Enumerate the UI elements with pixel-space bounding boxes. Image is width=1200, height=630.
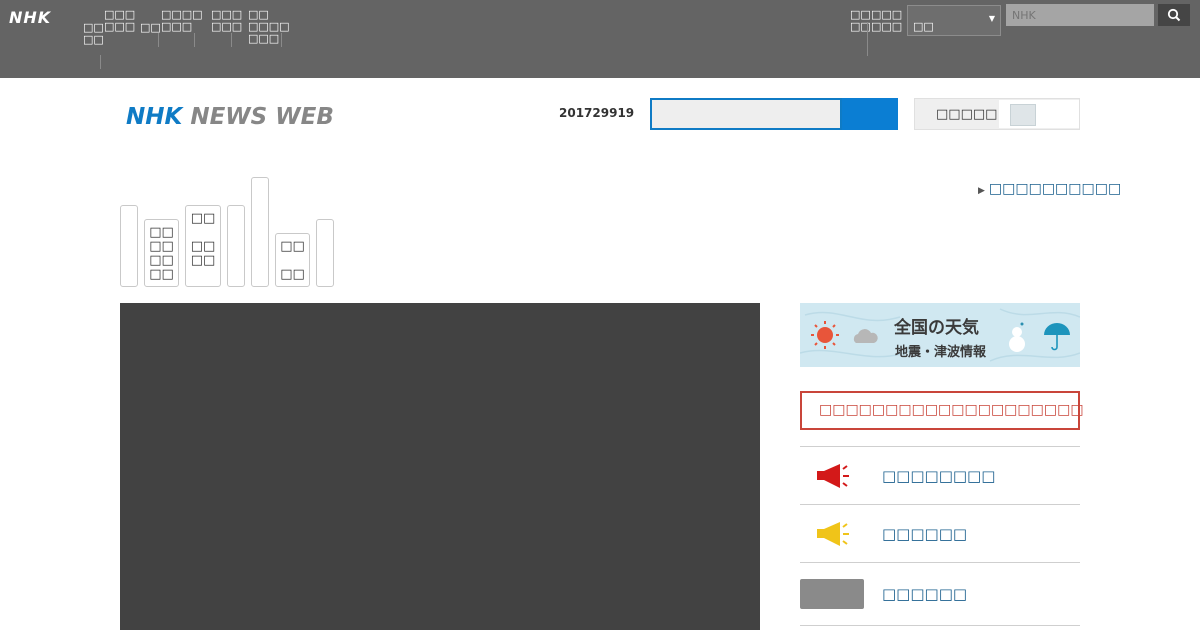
toggle-track[interactable] (999, 100, 1079, 128)
category-tab-1[interactable] (120, 205, 138, 287)
sidebar-row-label: □□□□□□ (882, 585, 968, 603)
global-search-button[interactable] (1158, 4, 1190, 26)
sidebar-row-label: □□□□□□□□ (882, 467, 996, 485)
alert-link[interactable]: □□□□□□□□□□□□□□□□□□□□ (800, 391, 1084, 430)
toggle-knob[interactable] (1010, 104, 1036, 126)
nav-divider (194, 33, 195, 47)
news-logo-news-web: NEWS WEB (190, 104, 334, 130)
weather-title: 全国の天気 (894, 318, 979, 338)
toggle-label: □□□□□ (936, 107, 998, 122)
region-select[interactable]: □□ ▼ (907, 5, 1001, 36)
umbrella-icon (1044, 323, 1070, 351)
global-nav-item-6[interactable]: □□ □□□□ □□□ (248, 9, 290, 45)
chevron-down-icon: ▼ (988, 14, 995, 23)
category-tab-5[interactable] (251, 177, 269, 287)
global-search-input[interactable] (1006, 4, 1154, 26)
display-toggle[interactable]: □□□□□ (914, 98, 1080, 130)
sidebar-row-emergency[interactable]: □□□□□□□□ (800, 446, 1080, 504)
nav-divider (281, 33, 282, 47)
category-tab-3[interactable]: □□ □□ □□ (185, 205, 221, 287)
nhk-logo[interactable]: NHK (9, 8, 51, 27)
nav-divider (231, 33, 232, 47)
global-nav-right-2[interactable]: □□□ □□□ (871, 9, 902, 33)
global-nav-item-1[interactable]: □□ □□ (83, 22, 104, 46)
news-search-button[interactable] (842, 98, 898, 130)
sun-icon (811, 321, 839, 349)
sidebar-row-label: □□□□□□ (882, 525, 968, 543)
category-list-label: □□□□□□□□□□ (988, 181, 1122, 197)
news-search-input[interactable] (650, 98, 842, 130)
cloud-icon (853, 329, 878, 343)
category-tab-4[interactable] (227, 205, 245, 287)
nav-divider (158, 33, 159, 47)
news-web-logo[interactable]: NHK NEWS WEB (126, 104, 334, 130)
megaphone-red-icon (817, 464, 849, 488)
news-logo-nhk: NHK (126, 104, 183, 130)
search-icon (1167, 8, 1181, 22)
video-player[interactable] (120, 303, 760, 630)
sidebar-row-thumbnail (800, 579, 864, 609)
sidebar-row-other[interactable]: □□□□□□ (800, 562, 1080, 626)
sidebar-row-warning[interactable]: □□□□□□ (800, 504, 1080, 562)
global-nav-item-4[interactable]: □□□□ □□□ (161, 9, 203, 33)
global-header: NHK □□ □□ □□□ □□□ □□ □□□□ □□□ □□□ □□□ □□… (0, 0, 1200, 78)
snowman-icon (1009, 322, 1025, 352)
global-nav-item-2[interactable]: □□□ □□□ (104, 9, 135, 33)
date-label: 201729919 (559, 106, 635, 120)
nav-divider (867, 22, 868, 56)
triangle-right-icon: ▶ (978, 186, 985, 196)
category-list-link[interactable]: ▶ □□□□□□□□□□ (978, 181, 1121, 197)
nav-divider (100, 55, 101, 69)
weather-subtitle: 地震・津波情報 (895, 345, 987, 360)
global-nav-item-5[interactable]: □□□ □□□ (211, 9, 242, 33)
category-tab-6[interactable]: □□ □□ (275, 233, 310, 287)
weather-banner[interactable]: 全国の天気 地震・津波情報 (800, 303, 1080, 367)
category-tab-7[interactable] (316, 219, 334, 287)
region-select-value: □□ (913, 20, 934, 33)
megaphone-yellow-icon (817, 522, 849, 546)
category-tab-2[interactable]: □□ □□ □□ □□ (144, 219, 179, 287)
